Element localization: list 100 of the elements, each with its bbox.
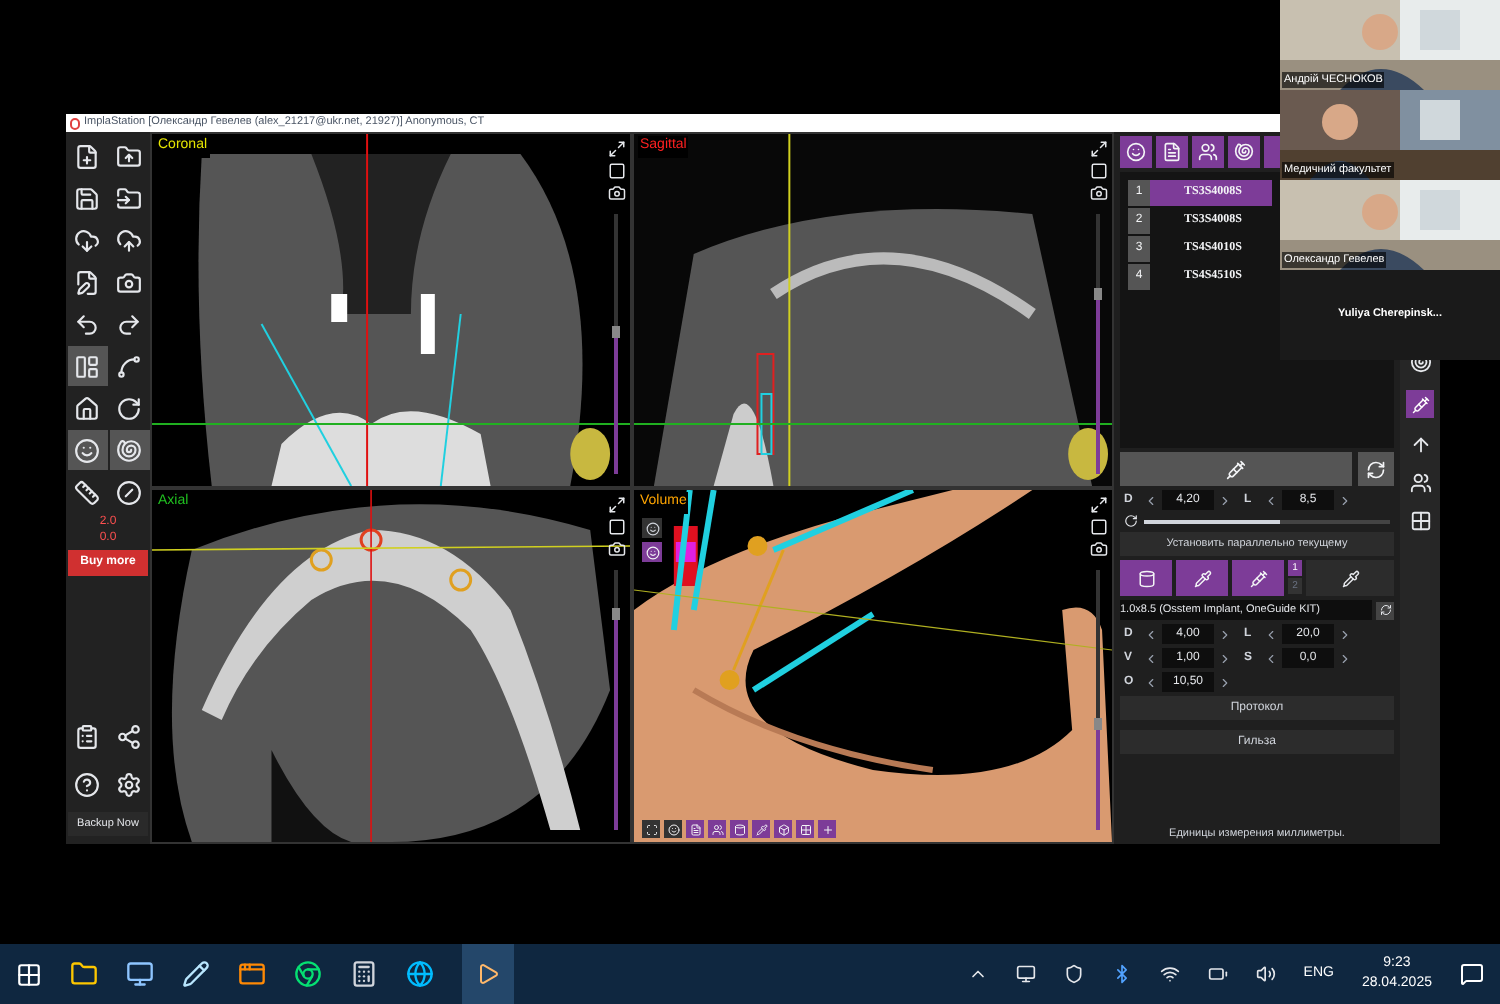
view-tool-icon	[777, 823, 789, 835]
camera-icon	[116, 269, 142, 295]
expand-icon[interactable]	[608, 496, 626, 514]
rotation-icon	[1124, 514, 1138, 528]
camera-icon[interactable]	[608, 540, 626, 558]
view-tool-button[interactable]	[774, 820, 792, 838]
view-tool-button[interactable]	[642, 820, 660, 838]
notifications-icon[interactable]	[1460, 962, 1484, 986]
rotate-icon	[116, 395, 142, 421]
wifi-icon[interactable]	[1159, 964, 1180, 984]
slider-thumb[interactable]	[612, 607, 620, 620]
settings-icon	[116, 771, 142, 797]
layout-icon	[74, 353, 100, 379]
expand-icon[interactable]	[608, 140, 626, 158]
save-icon	[74, 185, 100, 211]
view-tool-icon	[733, 823, 745, 835]
app-logo-icon	[70, 117, 80, 129]
new-file-icon	[74, 143, 100, 169]
tool-tab[interactable]	[1232, 560, 1284, 596]
shield-icon[interactable]	[1063, 964, 1084, 984]
expand-icon[interactable]	[1090, 496, 1108, 514]
slider-thumb[interactable]	[612, 325, 620, 338]
view-tool-button[interactable]	[686, 820, 704, 838]
import-icon	[116, 185, 142, 211]
panel-tab[interactable]	[1228, 136, 1260, 168]
increase-icon[interactable]	[1338, 493, 1352, 507]
start-icon[interactable]	[16, 961, 42, 987]
tab-icon	[1126, 142, 1146, 162]
tab-icon	[1234, 142, 1254, 162]
play-icon	[476, 962, 500, 986]
battery-icon[interactable]	[1207, 964, 1228, 984]
help-icon	[74, 771, 100, 797]
home-icon	[74, 395, 100, 421]
refresh-icon	[1379, 604, 1391, 616]
view-tool-icon	[711, 823, 723, 835]
view-tool-icon	[799, 823, 811, 835]
view-tool-icon	[755, 823, 767, 835]
slice-slider[interactable]	[1094, 214, 1102, 474]
decrease-icon[interactable]	[1264, 493, 1278, 507]
monitor-icon[interactable]	[126, 960, 154, 988]
cloud-download-icon	[74, 227, 100, 253]
report-icon	[74, 269, 100, 295]
tool-icon	[1137, 569, 1155, 587]
tool-tab[interactable]	[1176, 560, 1228, 596]
active-app-button[interactable]	[462, 944, 514, 1004]
slice-slider[interactable]	[612, 570, 620, 830]
expand-icon[interactable]	[1090, 140, 1108, 158]
volume-icon[interactable]	[1255, 964, 1276, 984]
increase-icon[interactable]	[1218, 493, 1232, 507]
browser-icon[interactable]	[294, 960, 322, 988]
calculator-icon[interactable]	[350, 960, 378, 988]
slice-slider[interactable]	[612, 214, 620, 474]
square-icon[interactable]	[608, 162, 626, 180]
view-tool-icon	[689, 823, 701, 835]
square-icon[interactable]	[1090, 162, 1108, 180]
panel-tab[interactable]	[1192, 136, 1224, 168]
share-icon	[116, 723, 142, 749]
view-tool-button[interactable]	[752, 820, 770, 838]
undo-icon	[74, 311, 100, 337]
pencil-icon[interactable]	[182, 960, 210, 988]
implant-icon	[1226, 459, 1246, 479]
camera-icon[interactable]	[1090, 540, 1108, 558]
arrow-up-icon[interactable]	[1409, 434, 1431, 456]
tool-icon	[1249, 569, 1267, 587]
arch-curve-icon	[116, 353, 142, 379]
slider-thumb[interactable]	[1094, 718, 1102, 731]
view-tool-button[interactable]	[796, 820, 814, 838]
open-folder-icon	[116, 143, 142, 169]
redo-icon	[116, 311, 142, 337]
view-tool-button[interactable]	[708, 820, 726, 838]
slider-thumb[interactable]	[1094, 288, 1102, 301]
view-tool-button[interactable]	[664, 820, 682, 838]
panel-tab[interactable]	[1120, 136, 1152, 168]
bluetooth-icon[interactable]	[1111, 964, 1132, 984]
browser-icon[interactable]	[406, 960, 434, 988]
square-icon[interactable]	[608, 518, 626, 536]
tool-icon	[1193, 569, 1211, 587]
refresh-button[interactable]	[1376, 601, 1394, 619]
tab-icon	[1162, 142, 1182, 162]
app-icon[interactable]	[238, 960, 266, 988]
folder-icon[interactable]	[70, 960, 98, 988]
monitor-icon[interactable]	[1015, 964, 1036, 984]
ruler-icon	[74, 479, 100, 505]
implant-icon	[1411, 395, 1429, 413]
view-tool-button[interactable]	[730, 820, 748, 838]
panel-tab[interactable]	[1156, 136, 1188, 168]
cloud-upload-icon	[116, 227, 142, 253]
tool-tab[interactable]	[1120, 560, 1172, 596]
decrease-icon[interactable]	[1144, 493, 1158, 507]
clipboard-icon	[74, 723, 100, 749]
implant-button[interactable]	[1406, 390, 1434, 418]
camera-icon[interactable]	[608, 184, 626, 202]
camera-icon[interactable]	[1090, 184, 1108, 202]
view-tool-icon	[821, 823, 833, 835]
tab-icon	[1198, 142, 1218, 162]
view-tool-icon	[667, 823, 679, 835]
layout-button[interactable]	[67, 346, 107, 386]
slice-slider[interactable]	[1094, 570, 1102, 830]
square-icon[interactable]	[1090, 518, 1108, 536]
refresh-button[interactable]	[1358, 452, 1394, 486]
